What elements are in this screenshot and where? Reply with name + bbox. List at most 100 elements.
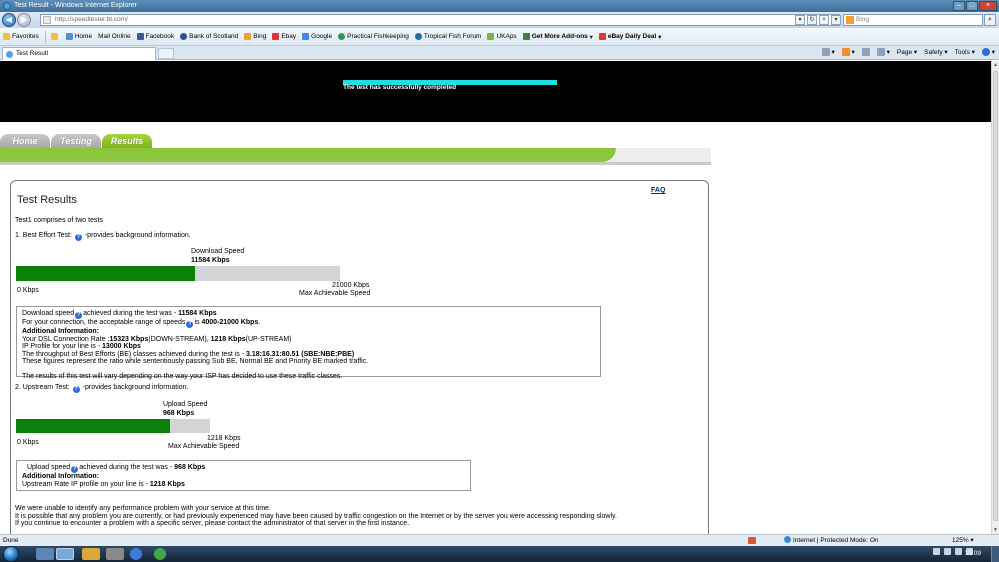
faq-link[interactable]: FAQ [651, 187, 665, 194]
fav-mail-online[interactable]: Mail Online [98, 33, 131, 40]
fav-label: Mail Online [98, 33, 131, 40]
help-icon[interactable]: ? [74, 234, 82, 241]
globe-icon [784, 536, 791, 543]
additional-info-heading: Additional Information: [22, 473, 465, 481]
print-icon[interactable]: ▾ [876, 47, 890, 59]
add-favorite-icon[interactable] [50, 33, 60, 40]
taskbar-clock[interactable]: 15:09 [965, 546, 981, 562]
download-max-value: 21000 Kbps [332, 282, 370, 289]
close-icon[interactable]: × [979, 1, 997, 11]
info-value: 3.18:16.31:80.51 (SBE:NBE:PBE) [246, 350, 355, 358]
tools-menu-label: Tools [954, 49, 970, 56]
zoom-level[interactable]: 125% ▾ [952, 535, 974, 546]
fav-ebay[interactable]: Ebay [272, 33, 296, 40]
start-button[interactable] [3, 546, 19, 562]
scroll-up-icon[interactable]: ▲ [992, 61, 999, 69]
safety-menu[interactable]: Safety ▾ [924, 47, 948, 59]
additional-info-heading: Additional Information: [22, 328, 595, 336]
star-add-icon [50, 33, 58, 40]
fav-bing[interactable]: Bing [244, 33, 266, 40]
tools-menu[interactable]: Tools ▾ [955, 47, 975, 59]
new-tab-button[interactable] [158, 48, 174, 59]
footer-line-3: If you continue to encounter a problem w… [15, 520, 410, 527]
ebay-icon [272, 33, 280, 40]
info-heading: Additional Information: [22, 328, 99, 335]
info-text: . [258, 319, 261, 326]
fav-label: Ebay [281, 33, 297, 40]
fav-label: UKAps [496, 33, 517, 40]
help-icon[interactable]: ? [71, 466, 79, 473]
lime-swoosh [0, 148, 616, 162]
info-text: Upstream Rate IP profile on your line is… [22, 480, 148, 488]
feeds-icon[interactable]: ▾ [841, 47, 855, 59]
forward-button[interactable]: ▶ [17, 13, 31, 27]
compatibility-icon[interactable]: ▾ [795, 15, 805, 25]
info-value: 15323 Kbps [109, 335, 149, 343]
flag-icon[interactable] [933, 548, 940, 555]
show-desktop-button[interactable] [991, 546, 999, 562]
explorer-taskbar-icon[interactable] [36, 548, 54, 560]
fav-label: Facebook [145, 33, 175, 40]
tab-results[interactable]: Results [102, 134, 152, 148]
fav-practical-fishkeeping[interactable]: Practical Fishkeeping [338, 33, 409, 40]
download-min-label: 0 Kbps [17, 287, 39, 294]
upload-speed-fill [16, 419, 171, 433]
dropdown-icon[interactable]: ▾ [831, 15, 841, 25]
info-text: IP Profile for your line is - [22, 343, 101, 350]
help-icon[interactable]: ▾ [981, 47, 995, 59]
phishing-filter-icon[interactable] [748, 537, 756, 544]
vertical-scrollbar[interactable]: ▲ ▼ [991, 61, 999, 534]
url-text: http://speedtester.bt.com/ [55, 16, 128, 23]
band-shadow [0, 162, 711, 165]
stop-icon[interactable]: × [819, 15, 829, 25]
info-value: 13000 Kbps [102, 343, 141, 350]
scroll-down-icon[interactable]: ▼ [992, 526, 999, 534]
fav-home[interactable]: Home [65, 33, 93, 40]
facebook-icon [136, 33, 144, 40]
back-button[interactable]: ◀ [2, 13, 16, 27]
tab-home[interactable]: Home [0, 134, 50, 148]
ie-taskbar-icon[interactable] [56, 548, 74, 560]
favorites-button[interactable]: Favorites [3, 33, 39, 40]
fav-ebay-daily-deal[interactable]: eBay Daily Deal ▾ [598, 33, 661, 41]
fav-bank-of-scotland[interactable]: Bank of Scotland [180, 33, 238, 40]
app-taskbar-icon[interactable] [106, 548, 124, 560]
bing-icon [244, 33, 252, 40]
leaf-icon [487, 33, 495, 40]
home-toolbar-icon[interactable]: ▾ [821, 47, 835, 59]
security-zone[interactable]: Internet | Protected Mode: On [784, 535, 879, 546]
app-taskbar-icon[interactable] [130, 548, 142, 560]
upload-info-box: Upload speed? achieved during the test wa… [16, 460, 471, 491]
fav-label: Home [74, 33, 93, 40]
minimize-icon[interactable]: – [953, 1, 965, 11]
fav-google[interactable]: Google [302, 33, 332, 40]
dsl-rate-line: Your DSL Connection Rate :15323 Kbps(DOW… [22, 336, 595, 344]
search-icon[interactable]: ⌕ [984, 14, 996, 26]
app-taskbar-icon[interactable] [154, 548, 166, 560]
refresh-icon[interactable]: ↻ [807, 15, 817, 25]
fav-facebook[interactable]: Facebook [136, 33, 175, 40]
maximize-icon[interactable]: □ [966, 1, 978, 11]
window-title: Test Result - Windows Internet Explorer [14, 2, 137, 9]
folder-taskbar-icon[interactable] [82, 548, 100, 560]
help-icon[interactable]: ? [75, 312, 83, 319]
scroll-thumb[interactable] [993, 71, 998, 521]
tab-testing[interactable]: Testing [51, 134, 101, 148]
help-icon[interactable]: ? [186, 321, 194, 328]
fav-get-more-addons[interactable]: Get More Add-ons ▾ [522, 33, 593, 41]
status-text: Done [3, 537, 19, 544]
network-icon[interactable] [944, 548, 951, 555]
fav-ukaps[interactable]: UKAps [487, 33, 517, 40]
url-input[interactable]: http://speedtester.bt.com/ [40, 14, 840, 26]
signal-icon[interactable] [955, 548, 962, 555]
download-info-box: Download speed? achieved during the test … [16, 306, 601, 380]
security-zone-label: Internet | Protected Mode: On [793, 537, 879, 544]
browser-tab-test-result[interactable]: Test Result [2, 47, 156, 60]
help-icon[interactable]: ? [72, 386, 80, 393]
test1-heading: 1. Best Effort Test: ? -provides backgro… [15, 232, 191, 241]
read-mail-icon[interactable] [861, 47, 870, 59]
download-speed-value: 11584 Kbps [191, 257, 230, 264]
fav-tropical-fish-forum[interactable]: Tropical Fish Forum [414, 33, 481, 40]
page-menu[interactable]: Page ▾ [897, 47, 917, 59]
search-input[interactable]: Bing [843, 14, 983, 26]
